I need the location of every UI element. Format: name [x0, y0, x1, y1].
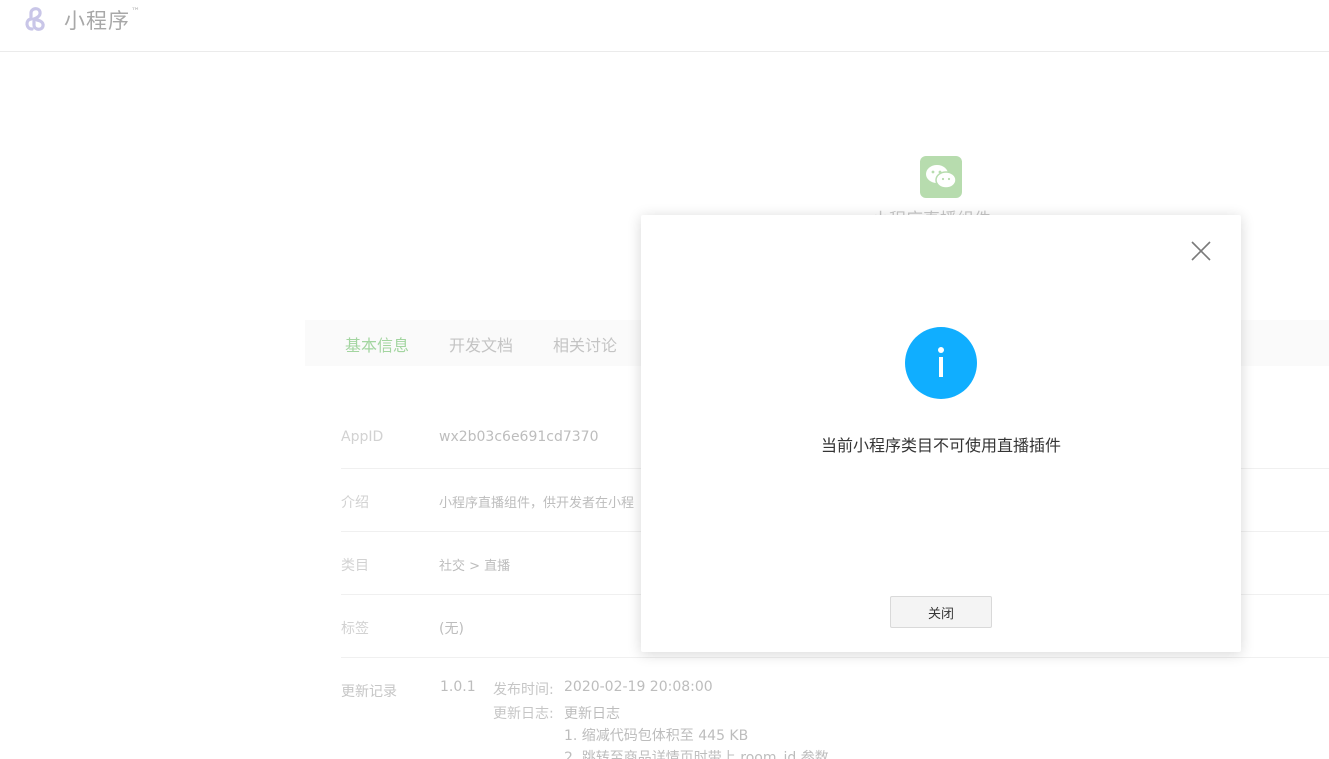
tab-discussions[interactable]: 相关讨论 — [553, 332, 617, 356]
update-log-item: 1. 缩减代码包体积至 445 KB — [564, 728, 749, 744]
release-time-label: 发布时间: — [493, 682, 554, 698]
logo-trademark: ™ — [131, 7, 140, 17]
miniprogram-logo[interactable]: 小程序 ™ — [22, 4, 140, 36]
updates-label: 更新记录 — [341, 684, 397, 700]
appid-label: AppID — [341, 429, 384, 445]
miniprogram-logo-icon — [25, 7, 45, 31]
appid-value: wx2b03c6e691cd7370 — [439, 429, 599, 445]
dialog-message: 当前小程序类目不可使用直播插件 — [820, 436, 1061, 455]
intro-value: 小程序直播组件，供开发者在小程 — [439, 496, 635, 511]
tags-label: 标签 — [341, 621, 369, 637]
update-log-label: 更新日志: — [493, 706, 554, 722]
top-header: 小程序 ™ — [0, 0, 1329, 52]
tab-dev-docs[interactable]: 开发文档 — [449, 332, 513, 356]
update-log-item: 2. 跳转至商品详情页时带上 room_id 参数 — [564, 750, 829, 759]
category-value: 社交 > 直播 — [439, 559, 511, 574]
logo-text: 小程序 — [64, 9, 130, 33]
update-version: 1.0.1 — [440, 679, 476, 695]
intro-label: 介绍 — [341, 495, 369, 511]
update-log-title: 更新日志 — [564, 706, 620, 722]
tags-value: (无) — [439, 621, 464, 637]
plugin-wechat-icon — [920, 156, 962, 198]
alert-dialog: 当前小程序类目不可使用直播插件 关闭 — [641, 215, 1241, 652]
release-time-value: 2020-02-19 20:08:00 — [564, 679, 713, 695]
info-icon — [905, 327, 977, 399]
tab-basic-info[interactable]: 基本信息 — [345, 332, 409, 356]
close-button[interactable]: 关闭 — [890, 596, 992, 628]
close-icon[interactable] — [1189, 239, 1213, 263]
category-label: 类目 — [341, 558, 369, 574]
